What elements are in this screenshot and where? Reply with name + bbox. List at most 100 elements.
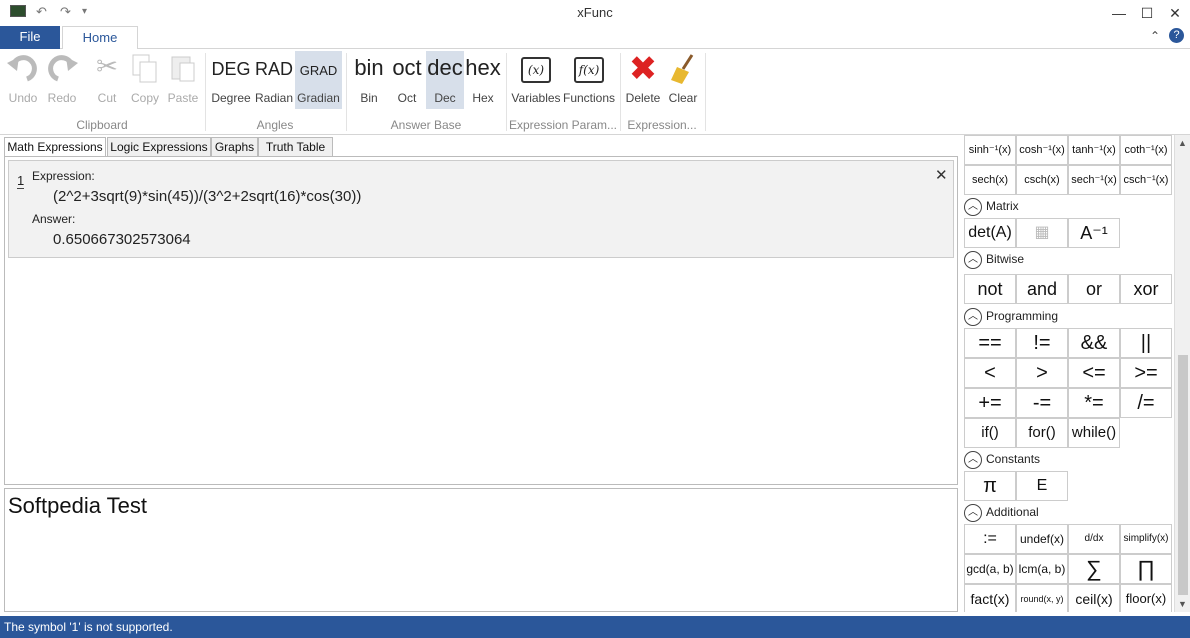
angles-group-label: Angles [256, 118, 294, 132]
collapse-ribbon-icon[interactable]: ⌃ [1150, 29, 1160, 43]
or-button[interactable]: or [1068, 274, 1120, 304]
and-button[interactable]: and [1016, 274, 1068, 304]
scroll-down-icon[interactable]: ▼ [1178, 599, 1187, 609]
variables-button[interactable]: (x) Variables [510, 51, 562, 109]
asech-button[interactable]: sech⁻¹(x) [1068, 165, 1120, 195]
programming-section-header[interactable]: ︿ Programming [964, 308, 1058, 328]
less-or-equal-button[interactable]: <= [1068, 358, 1120, 388]
floor-button[interactable]: floor(x) [1120, 584, 1172, 612]
tab-file[interactable]: File [0, 26, 60, 49]
equal-button[interactable]: == [964, 328, 1016, 358]
expressions-list: 1 Expression: (2^2+3sqrt(9)*sin(45))/(3^… [4, 156, 958, 485]
greater-or-equal-button[interactable]: >= [1120, 358, 1172, 388]
copy-button[interactable]: Copy [127, 51, 163, 109]
factorial-button[interactable]: fact(x) [964, 584, 1016, 612]
gradian-button[interactable]: GRAD Gradian [295, 51, 342, 109]
tab-truth-table[interactable]: Truth Table [258, 137, 333, 157]
acosh-button[interactable]: cosh⁻¹(x) [1016, 135, 1068, 165]
functions-label: Functions [562, 91, 616, 105]
additional-title: Additional [986, 505, 1039, 520]
acsch-button[interactable]: csch⁻¹(x) [1120, 165, 1172, 195]
derivative-button[interactable]: d/dx [1068, 524, 1120, 554]
product-button[interactable]: ∏ [1120, 554, 1172, 584]
inverse-button[interactable]: A⁻¹ [1068, 218, 1120, 248]
round-button[interactable]: round(x, y) [1016, 584, 1068, 612]
bin-button[interactable]: bin Bin [350, 51, 388, 109]
for-button[interactable]: for() [1016, 418, 1068, 448]
logical-and-button[interactable]: && [1068, 328, 1120, 358]
degree-button[interactable]: DEG Degree [210, 51, 252, 109]
remove-expression-icon[interactable]: ✕ [935, 166, 948, 184]
undef-button[interactable]: undef(x) [1016, 524, 1068, 554]
lcm-button[interactable]: lcm(a, b) [1016, 554, 1068, 584]
radian-button[interactable]: RAD Radian [253, 51, 295, 109]
scrollbar-thumb[interactable] [1178, 355, 1188, 595]
cut-label: Cut [97, 91, 117, 105]
clear-button[interactable]: Clear [664, 51, 702, 109]
assign-button[interactable]: := [964, 524, 1016, 554]
csch-button[interactable]: csch(x) [1016, 165, 1068, 195]
asinh-button[interactable]: sinh⁻¹(x) [964, 135, 1016, 165]
oct-button[interactable]: oct Oct [388, 51, 426, 109]
degree-label: Degree [211, 91, 251, 105]
matrix-section-header[interactable]: ︿ Matrix [964, 198, 1019, 218]
ceil-button[interactable]: ceil(x) [1068, 584, 1120, 612]
bitwise-section-header[interactable]: ︿ Bitwise [964, 251, 1024, 271]
not-equal-button[interactable]: != [1016, 328, 1068, 358]
redo-button[interactable]: Redo [43, 51, 81, 109]
undo-button[interactable]: Undo [4, 51, 42, 109]
functions-button[interactable]: f(x) Functions [562, 51, 616, 109]
sum-button[interactable]: ∑ [1068, 554, 1120, 584]
delete-button[interactable]: ✖ Delete [624, 50, 662, 109]
e-button[interactable]: E [1016, 471, 1068, 501]
while-button[interactable]: while() [1068, 418, 1120, 448]
tab-home[interactable]: Home [62, 26, 138, 50]
xor-button[interactable]: xor [1120, 274, 1172, 304]
tab-logic-expressions[interactable]: Logic Expressions [107, 137, 211, 157]
hex-button[interactable]: hex Hex [464, 51, 502, 109]
maximize-icon[interactable]: ☐ [1132, 2, 1162, 24]
additional-section-header[interactable]: ︿ Additional [964, 504, 1039, 524]
gcd-button[interactable]: gcd(a, b) [964, 554, 1016, 584]
cut-button[interactable]: ✂ Cut [90, 51, 124, 109]
close-window-icon[interactable]: ✕ [1160, 2, 1190, 24]
mul-assign-button[interactable]: *= [1068, 388, 1120, 418]
expression-card[interactable]: 1 Expression: (2^2+3sqrt(9)*sin(45))/(3^… [8, 160, 954, 258]
bin-label: Bin [360, 91, 378, 105]
help-icon[interactable]: ? [1169, 28, 1184, 43]
function-panel: sinh⁻¹(x) cosh⁻¹(x) tanh⁻¹(x) coth⁻¹(x) … [963, 135, 1173, 612]
dec-button[interactable]: dec Dec [426, 51, 464, 109]
simplify-button[interactable]: simplify(x) [1120, 524, 1172, 554]
sech-button[interactable]: sech(x) [964, 165, 1016, 195]
function-panel-scrollbar[interactable]: ▲ ▼ [1174, 135, 1190, 612]
paste-button[interactable]: Paste [164, 51, 202, 109]
paste-icon [171, 56, 195, 82]
sub-assign-button[interactable]: -= [1016, 388, 1068, 418]
expression-input[interactable]: Softpedia Test [4, 488, 958, 612]
logical-or-button[interactable]: || [1120, 328, 1172, 358]
expression-index: 1 [17, 173, 25, 189]
tab-graphs[interactable]: Graphs [211, 137, 258, 157]
clipboard-group-label: Clipboard [76, 118, 128, 132]
less-than-button[interactable]: < [964, 358, 1016, 388]
gradian-label: Gradian [297, 91, 340, 105]
transpose-button[interactable]: ▦ [1016, 218, 1068, 248]
scroll-up-icon[interactable]: ▲ [1178, 138, 1187, 148]
oct-symbol: oct [392, 55, 422, 80]
add-assign-button[interactable]: += [964, 388, 1016, 418]
div-assign-button[interactable]: /= [1120, 388, 1172, 418]
radian-label: Radian [254, 91, 294, 105]
rad-symbol: RAD [254, 59, 293, 79]
constants-section-header[interactable]: ︿ Constants [964, 451, 1040, 471]
answer-label: Answer: [32, 212, 76, 226]
atanh-button[interactable]: tanh⁻¹(x) [1068, 135, 1120, 165]
not-button[interactable]: not [964, 274, 1016, 304]
acoth-button[interactable]: coth⁻¹(x) [1120, 135, 1172, 165]
pi-button[interactable]: π [964, 471, 1016, 501]
minimize-icon[interactable]: — [1104, 2, 1134, 24]
determinant-button[interactable]: det(A) [964, 218, 1016, 248]
tab-math-expressions[interactable]: Math Expressions [4, 137, 106, 158]
if-button[interactable]: if() [964, 418, 1016, 448]
collapse-chevron-icon: ︿ [964, 198, 982, 216]
greater-than-button[interactable]: > [1016, 358, 1068, 388]
